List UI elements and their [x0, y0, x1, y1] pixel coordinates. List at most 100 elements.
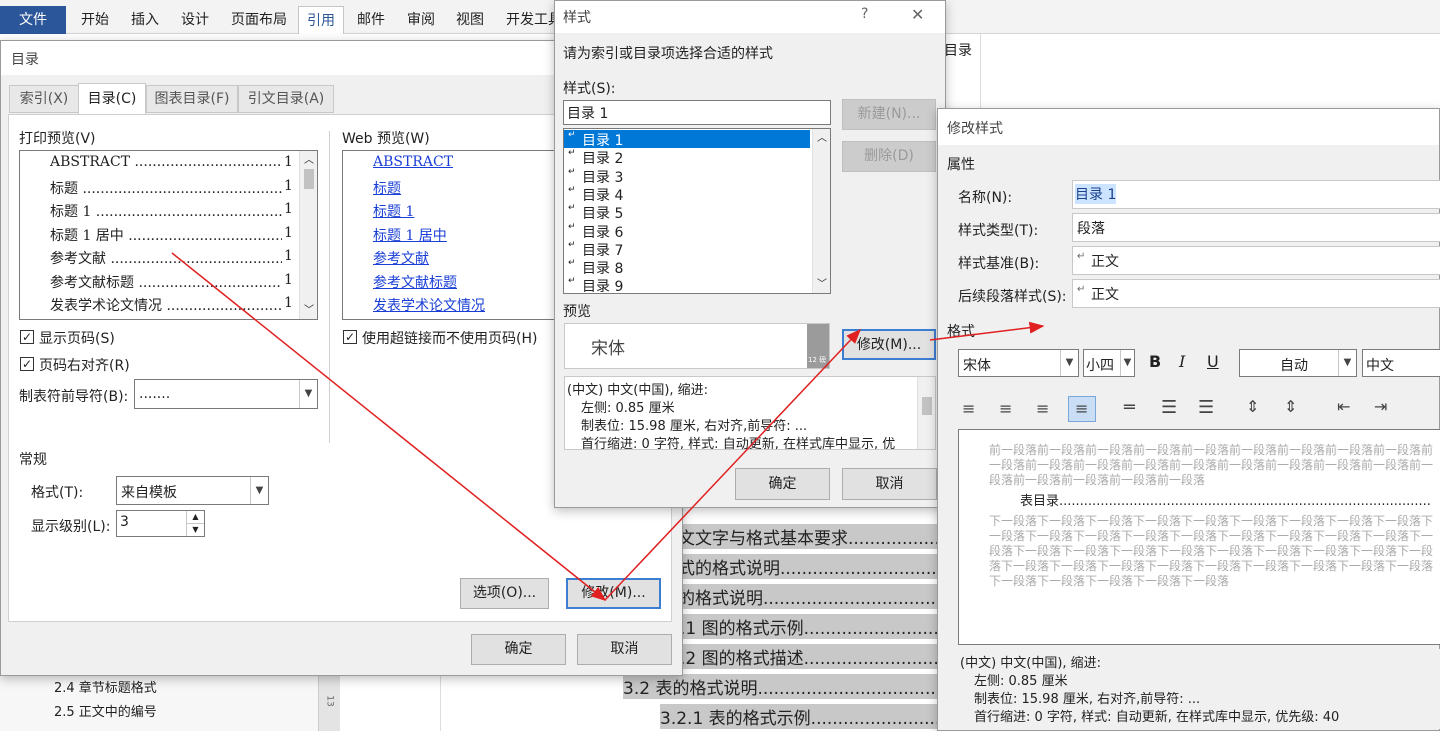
style-list-item[interactable]: ↵ 目录 6	[564, 222, 810, 241]
nav-item[interactable]: 2.4 章节标题格式	[54, 677, 157, 696]
web-preview-link[interactable]: ABSTRACT	[373, 154, 453, 170]
scrollbar[interactable]	[917, 377, 935, 449]
ok-button[interactable]: 确定	[735, 468, 830, 500]
web-preview-link[interactable]: 标题	[373, 178, 401, 198]
chevron-down-icon[interactable]: ▼	[250, 477, 268, 504]
scrollbar[interactable]: ︿ ﹀	[812, 129, 830, 293]
space-before-icon[interactable]: ⇕	[1246, 397, 1259, 416]
bold-button[interactable]: B	[1149, 352, 1161, 371]
ribbon-tab-mailings[interactable]: 邮件	[357, 6, 385, 34]
print-preview-item: 附录	[50, 319, 290, 320]
file-tab[interactable]: 文件	[0, 6, 66, 34]
justify-icon[interactable]: ≡	[1075, 399, 1088, 418]
options-button[interactable]: 选项(O)...	[460, 578, 549, 609]
chevron-down-icon[interactable]: ▼	[1120, 350, 1134, 376]
leader-select[interactable]: ....... ▼	[134, 379, 318, 409]
font-select[interactable]: 宋体 ▼	[958, 349, 1079, 377]
ribbon-tab-insert[interactable]: 插入	[131, 6, 159, 34]
chevron-up-icon[interactable]: ︿	[817, 129, 827, 144]
style-name-input[interactable]: 目录 1	[563, 100, 831, 125]
help-icon[interactable]: ?	[861, 6, 868, 22]
name-label: 名称(N):	[958, 190, 1013, 206]
align-left-icon[interactable]: ≡	[962, 399, 975, 418]
ribbon-tab-view[interactable]: 视图	[456, 6, 484, 34]
ribbon-tab-references[interactable]: 引用	[298, 6, 344, 34]
spin-up-icon[interactable]: ▲	[186, 511, 204, 524]
next-select[interactable]: ↵ 正文	[1072, 279, 1440, 308]
chevron-down-icon[interactable]: ﹀	[304, 301, 314, 316]
right-align-checkbox[interactable]: ✓	[20, 357, 34, 371]
ribbon-tab-review[interactable]: 审阅	[407, 6, 435, 34]
spin-down-icon[interactable]: ▼	[186, 524, 204, 536]
base-select[interactable]: ↵ 正文	[1072, 246, 1440, 275]
single-spacing-icon[interactable]: ═	[1124, 397, 1135, 418]
web-preview-link[interactable]: 参考文献标题	[373, 272, 457, 292]
double-spacing-icon[interactable]: ☰	[1198, 397, 1214, 418]
chevron-down-icon[interactable]: ▼	[1338, 350, 1356, 376]
scroll-thumb[interactable]	[304, 169, 314, 189]
style-list-item[interactable]: ↵ 目录 9	[564, 276, 810, 293]
format-select[interactable]: 来自模板 ▼	[116, 476, 269, 505]
chevron-down-icon[interactable]: ▼	[1060, 350, 1078, 376]
chevron-down-icon[interactable]: ▼	[299, 380, 317, 408]
ribbon-tab-design[interactable]: 设计	[181, 6, 209, 34]
cancel-button[interactable]: 取消	[577, 634, 672, 665]
use-hyperlinks-checkbox[interactable]: ✓	[343, 330, 357, 344]
web-preview-link[interactable]: 发表学术论文情况	[373, 295, 485, 315]
chevron-down-icon[interactable]: ﹀	[817, 275, 827, 290]
italic-button[interactable]: I	[1179, 352, 1185, 371]
paragraph-mark-icon: ↵	[568, 166, 576, 177]
show-page-numbers-checkbox[interactable]: ✓	[20, 330, 34, 344]
paragraph-mark-icon: ↵	[568, 276, 576, 287]
size-select[interactable]: 小四 ▼	[1083, 349, 1135, 377]
style-list-item[interactable]: ↵ 目录 7	[564, 240, 810, 259]
next-label: 后续段落样式(S):	[958, 289, 1067, 305]
name-input[interactable]: 目录 1	[1072, 180, 1440, 209]
modify-style-dialog: 修改样式 属性 名称(N): 目录 1 样式类型(T): 段落 样式基准(B):…	[937, 108, 1440, 731]
scrollbar[interactable]: ︿ ﹀	[299, 151, 317, 319]
type-select[interactable]: 段落	[1072, 213, 1440, 242]
vertical-ruler: 13	[318, 674, 340, 731]
print-preview-item: 标题 .....................................…	[50, 180, 290, 197]
align-right-icon[interactable]: ≡	[1036, 399, 1049, 418]
levels-spinner[interactable]: 3 ▲ ▼	[116, 510, 205, 537]
new-style-button[interactable]: 新建(N)...	[842, 99, 936, 130]
cancel-button[interactable]: 取消	[842, 468, 937, 500]
web-preview-link[interactable]: 标题 1	[373, 201, 414, 221]
one-half-spacing-icon[interactable]: ☰	[1161, 397, 1177, 418]
chevron-up-icon[interactable]: ︿	[304, 151, 314, 166]
paragraph-mark-icon: ↵	[1077, 251, 1086, 262]
delete-style-button[interactable]: 删除(D)	[842, 141, 936, 172]
style-list-item[interactable]: ↵ 目录 4	[564, 185, 810, 204]
style-list-item[interactable]: ↵ 目录 3	[564, 166, 810, 186]
close-icon[interactable]: ✕	[911, 5, 924, 24]
align-center-icon[interactable]: ≡	[999, 399, 1012, 418]
tab-index[interactable]: 索引(X)	[9, 85, 79, 113]
style-list-item[interactable]: ↵ 目录 5	[564, 203, 810, 222]
ribbon-tab-layout[interactable]: 页面布局	[231, 6, 287, 34]
increase-indent-icon[interactable]: ⇥	[1374, 397, 1387, 416]
color-select[interactable]: 自动 ▼	[1239, 349, 1357, 377]
modify-button[interactable]: 修改(M)...	[842, 329, 936, 360]
underline-button[interactable]: U	[1207, 352, 1219, 371]
ok-button[interactable]: 确定	[471, 634, 566, 665]
style-list-item[interactable]: ↵ 目录 1	[564, 130, 810, 149]
space-after-icon[interactable]: ⇕	[1284, 397, 1297, 416]
tab-figures[interactable]: 图表目录(F)	[146, 85, 238, 113]
nav-item[interactable]: 2.5 正文中的编号	[54, 701, 157, 720]
style-list[interactable]: ↵ 目录 1 ↵ 目录 2 ↵ 目录 3 ↵ 目录 4 ↵ 目录 5 ↵ 目录 6 ↵ 目录 7 ↵ 目录 8…	[563, 128, 831, 294]
style-list-item[interactable]: ↵ 目录 8	[564, 258, 810, 277]
ribbon-tab-home[interactable]: 开始	[81, 6, 109, 34]
scroll-thumb[interactable]	[922, 397, 932, 415]
web-preview-link[interactable]: 附录	[373, 319, 401, 320]
web-preview-link[interactable]: 参考文献	[373, 248, 429, 268]
tab-toc[interactable]: 目录(C)	[78, 83, 146, 115]
use-hyperlinks-label: 使用超链接而不使用页码(H)	[362, 331, 538, 347]
decrease-indent-icon[interactable]: ⇤	[1337, 397, 1350, 416]
language-select[interactable]: 中文	[1362, 349, 1440, 377]
style-list-item[interactable]: ↵ 目录 2	[564, 148, 810, 167]
modify-button[interactable]: 修改(M)...	[566, 578, 661, 609]
web-preview-link[interactable]: 标题 1 居中	[373, 225, 447, 245]
style-description: (中文) 中文(中国), 缩进: 左侧: 0.85 厘米 制表位: 15.98 …	[564, 376, 936, 450]
tab-citations[interactable]: 引文目录(A)	[238, 85, 334, 113]
